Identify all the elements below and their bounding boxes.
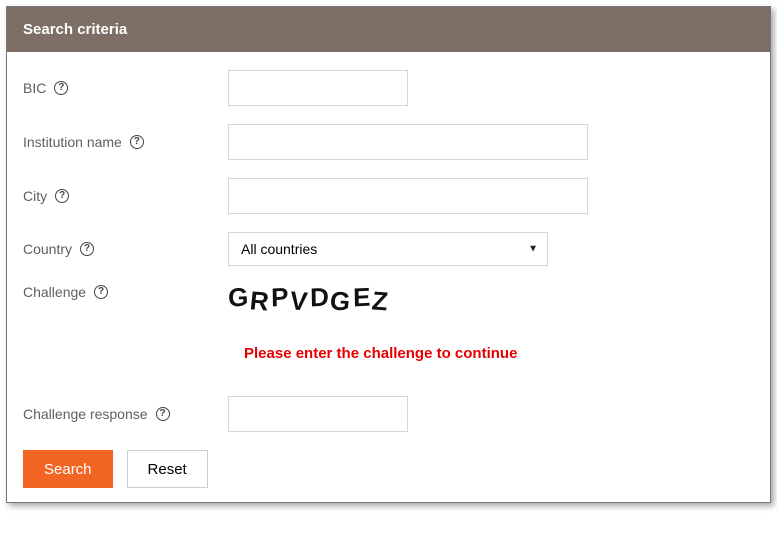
panel-body: BIC ? Institution name ? City ? <box>7 52 770 502</box>
institution-input[interactable] <box>228 124 588 160</box>
label-country-wrap: Country ? <box>23 241 228 257</box>
label-challenge: Challenge <box>23 284 86 300</box>
help-icon[interactable]: ? <box>130 135 144 149</box>
label-country: Country <box>23 241 72 257</box>
help-icon[interactable]: ? <box>156 407 170 421</box>
label-challenge-wrap: Challenge ? <box>23 284 228 300</box>
search-criteria-panel: Search criteria BIC ? Institution name ?… <box>6 6 771 503</box>
challenge-error-message: Please enter the challenge to continue <box>244 345 754 362</box>
help-icon[interactable]: ? <box>54 81 68 95</box>
city-input[interactable] <box>228 178 588 214</box>
challenge-response-input[interactable] <box>228 396 408 432</box>
label-challenge-response: Challenge response <box>23 406 148 422</box>
country-select-wrap: All countries ▼ <box>228 232 548 266</box>
label-bic-wrap: BIC ? <box>23 80 228 96</box>
field-country: All countries ▼ <box>228 232 754 266</box>
search-button[interactable]: Search <box>23 450 113 488</box>
field-challenge: GRPVDGEZ <box>228 284 754 315</box>
panel-header: Search criteria <box>7 7 770 52</box>
panel-title: Search criteria <box>23 21 127 38</box>
label-city-wrap: City ? <box>23 188 228 204</box>
row-bic: BIC ? <box>23 70 754 106</box>
country-select[interactable]: All countries <box>228 232 548 266</box>
row-city: City ? <box>23 178 754 214</box>
field-city <box>228 178 754 214</box>
field-institution <box>228 124 754 160</box>
label-institution: Institution name <box>23 134 122 150</box>
label-bic: BIC <box>23 80 46 96</box>
help-icon[interactable]: ? <box>94 285 108 299</box>
label-challenge-response-wrap: Challenge response ? <box>23 406 228 422</box>
row-institution: Institution name ? <box>23 124 754 160</box>
button-row: Search Reset <box>23 450 754 488</box>
bic-input[interactable] <box>228 70 408 106</box>
captcha-image: GRPVDGEZ <box>227 284 754 315</box>
row-challenge-response: Challenge response ? <box>23 396 754 432</box>
reset-button[interactable]: Reset <box>127 450 208 488</box>
row-country: Country ? All countries ▼ <box>23 232 754 266</box>
label-institution-wrap: Institution name ? <box>23 134 228 150</box>
row-challenge: Challenge ? GRPVDGEZ <box>23 284 754 315</box>
help-icon[interactable]: ? <box>80 242 94 256</box>
field-bic <box>228 70 754 106</box>
field-challenge-response <box>228 396 754 432</box>
label-city: City <box>23 188 47 204</box>
help-icon[interactable]: ? <box>55 189 69 203</box>
